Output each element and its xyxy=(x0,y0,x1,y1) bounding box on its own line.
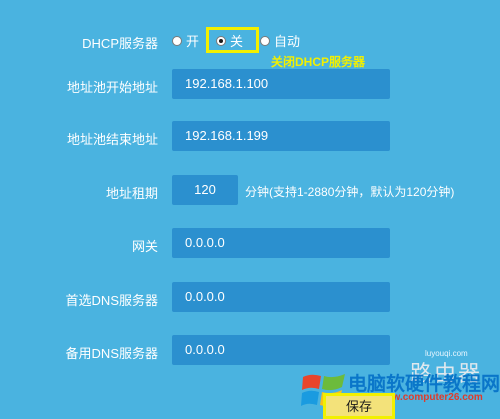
off-highlight-box xyxy=(206,27,259,53)
gateway-label: 网关 xyxy=(131,239,158,254)
pool-start-input[interactable]: 192.168.1.100 xyxy=(172,69,390,99)
save-button[interactable]: 保存 xyxy=(323,393,395,419)
radio-on-icon xyxy=(172,35,182,46)
lease-hint: 分钟(支持1-2880分钟，默认为120分钟) xyxy=(245,185,455,199)
radio-auto[interactable]: 自动 xyxy=(260,31,300,50)
gateway-input[interactable]: 0.0.0.0 xyxy=(172,228,390,258)
lease-input[interactable]: 120 xyxy=(172,175,238,205)
dhcp-server-label: DHCP服务器 xyxy=(82,36,158,51)
secondary-dns-input[interactable]: 0.0.0.0 xyxy=(172,335,390,365)
radio-auto-icon xyxy=(260,35,270,46)
radio-on[interactable]: 开 xyxy=(172,31,199,50)
dhcp-off-annotation: 关闭DHCP服务器 xyxy=(271,55,366,69)
pool-end-input[interactable]: 192.168.1.199 xyxy=(172,121,390,151)
radio-on-label: 开 xyxy=(186,34,200,49)
pool-end-label: 地址池结束地址 xyxy=(66,132,158,147)
primary-dns-input[interactable]: 0.0.0.0 xyxy=(172,282,390,312)
lease-label: 地址租期 xyxy=(105,186,158,201)
primary-dns-label: 首选DNS服务器 xyxy=(65,293,158,308)
radio-auto-label: 自动 xyxy=(274,34,301,49)
pool-start-label: 地址池开始地址 xyxy=(66,80,158,95)
secondary-dns-label: 备用DNS服务器 xyxy=(65,346,158,361)
